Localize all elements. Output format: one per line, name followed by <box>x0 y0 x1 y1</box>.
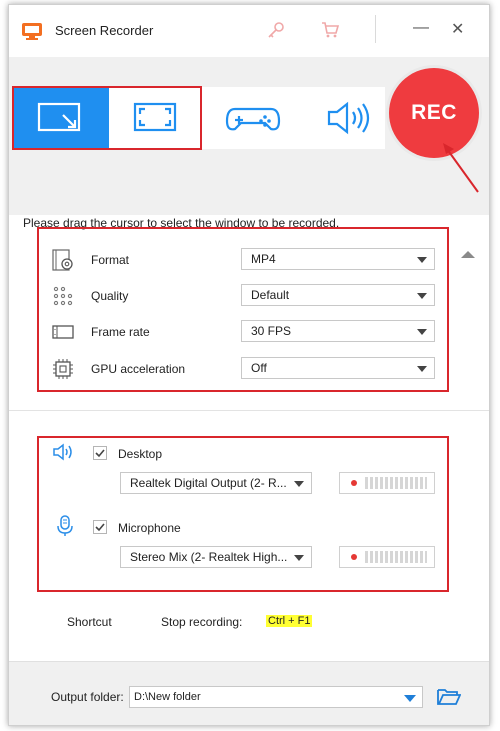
output-folder-field[interactable]: D:\New folder <box>129 686 423 708</box>
desktop-volume-meter <box>339 472 435 494</box>
footer-bar: Output folder: D:\New folder <box>9 661 489 725</box>
microphone-volume-meter <box>339 546 435 568</box>
chevron-down-icon <box>417 329 427 335</box>
highlight-box-modes <box>12 86 202 150</box>
stop-recording-label: Stop recording: <box>161 615 243 629</box>
frame-rate-value: 30 FPS <box>251 324 292 338</box>
microphone-device-select[interactable]: Stereo Mix (2- Realtek High... <box>120 546 312 568</box>
desktop-device-value: Realtek Digital Output (2- R... <box>130 476 287 490</box>
speaker-icon <box>53 443 72 461</box>
format-value: MP4 <box>251 252 276 266</box>
chevron-down-icon <box>294 481 304 487</box>
desktop-audio-label: Desktop <box>118 447 163 461</box>
format-select[interactable]: MP4 <box>241 248 435 270</box>
desktop-audio-checkbox[interactable] <box>93 446 107 460</box>
audio-only-button[interactable] <box>301 87 385 149</box>
checkmark-icon <box>95 449 105 458</box>
gpu-value: Off <box>251 361 267 375</box>
chevron-down-icon <box>417 257 427 263</box>
record-dot-icon <box>351 554 357 560</box>
stop-recording-hotkey[interactable]: Ctrl + F1 <box>266 615 313 627</box>
chevron-down-icon <box>417 366 427 372</box>
capture-mode-bar: REC Please drag the cursor to select the… <box>9 57 489 258</box>
speaker-icon <box>327 101 370 135</box>
quality-select[interactable]: Default <box>241 284 435 306</box>
gpu-select[interactable]: Off <box>241 357 435 379</box>
microphone-device-value: Stereo Mix (2- Realtek High... <box>130 550 288 564</box>
game-capture-button[interactable] <box>205 87 301 149</box>
open-folder-icon[interactable] <box>437 686 461 706</box>
app-logo-icon <box>22 23 42 40</box>
close-button[interactable]: ✕ <box>451 19 464 39</box>
volume-level-bars <box>365 477 427 489</box>
screen-recorder-window: Screen Recorder — ✕ REC Please drag the … <box>8 4 490 726</box>
format-settings-icon <box>52 249 73 271</box>
microphone-label: Microphone <box>118 521 181 535</box>
desktop-device-select[interactable]: Realtek Digital Output (2- R... <box>120 472 312 494</box>
frame-rate-label: Frame rate <box>91 325 150 339</box>
volume-level-bars <box>365 551 427 563</box>
title-bar: Screen Recorder — ✕ <box>9 5 489 57</box>
quality-value: Default <box>251 288 290 302</box>
format-label: Format <box>91 253 130 267</box>
titlebar-separator <box>375 15 376 43</box>
output-folder-path: D:\New folder <box>134 691 201 703</box>
section-divider <box>9 410 489 411</box>
rec-button[interactable]: REC <box>389 68 479 158</box>
chip-icon <box>53 359 73 379</box>
cart-icon[interactable] <box>320 20 340 40</box>
quality-label: Quality <box>91 289 129 303</box>
collapse-arrow-icon[interactable] <box>461 251 475 258</box>
checkmark-icon <box>95 523 105 532</box>
microphone-checkbox[interactable] <box>93 520 107 534</box>
film-strip-icon <box>52 325 74 339</box>
chevron-down-icon <box>294 555 304 561</box>
gamepad-icon <box>225 107 281 131</box>
chevron-down-icon <box>417 293 427 299</box>
shortcut-label: Shortcut <box>67 615 112 629</box>
chevron-down-icon[interactable] <box>404 695 416 702</box>
key-icon[interactable] <box>266 20 286 40</box>
frame-rate-select[interactable]: 30 FPS <box>241 320 435 342</box>
minimize-button[interactable]: — <box>413 19 429 37</box>
record-dot-icon <box>351 480 357 486</box>
quality-icon <box>53 286 73 306</box>
microphone-icon <box>57 515 73 536</box>
output-folder-label: Output folder: <box>51 690 124 704</box>
window-title: Screen Recorder <box>55 23 154 38</box>
gpu-label: GPU acceleration <box>91 362 186 376</box>
